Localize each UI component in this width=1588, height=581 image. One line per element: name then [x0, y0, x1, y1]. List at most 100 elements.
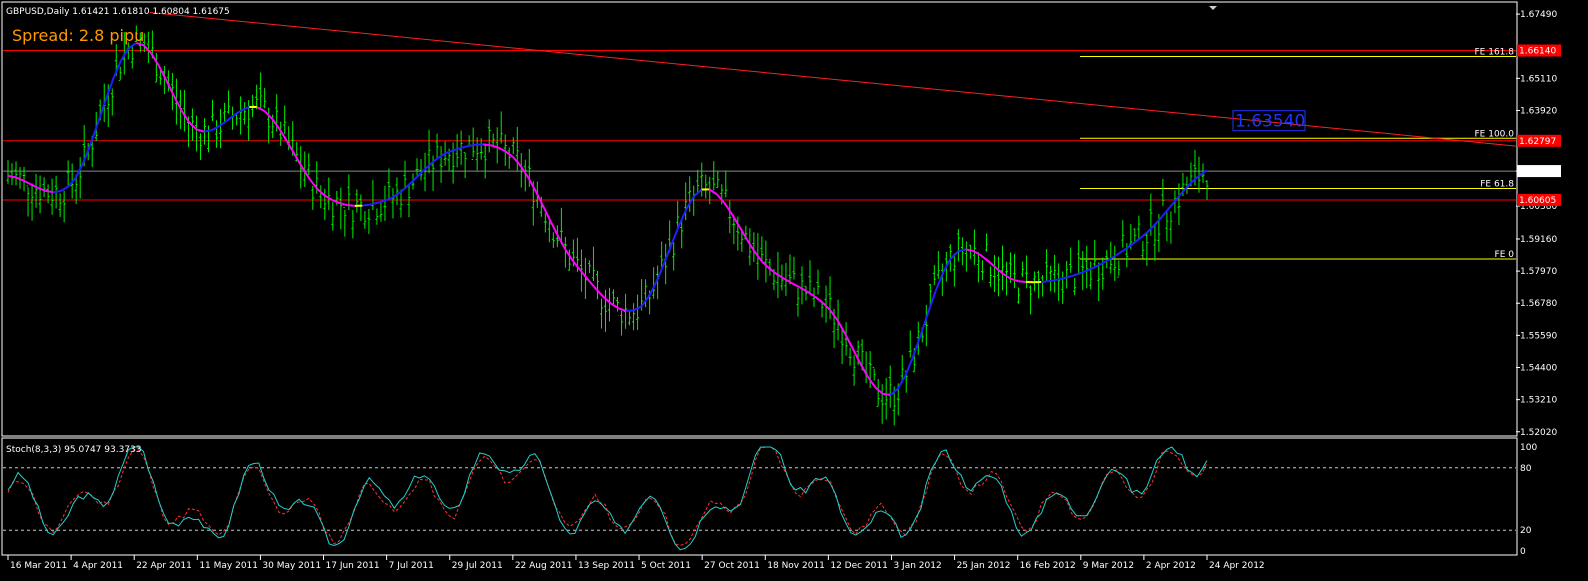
scroll-marker-icon[interactable] [1209, 6, 1217, 10]
moving-average-segment [97, 98, 107, 122]
moving-average-segment [362, 203, 371, 207]
moving-average-segment [429, 157, 439, 166]
moving-average-segment [1063, 275, 1072, 280]
panel-borders [1, 1, 1518, 556]
date-tick-label: 22 Aug 2011 [515, 561, 573, 571]
moving-average-segment [347, 204, 355, 207]
moving-average-segment [437, 152, 446, 159]
date-tick-label: 11 May 2011 [199, 561, 258, 571]
price-tag-label: 1.66140 [1519, 47, 1556, 57]
moving-average-segment [180, 109, 190, 123]
moving-average-segment [120, 47, 130, 61]
date-tick-label: 2 Apr 2012 [1146, 561, 1196, 571]
moving-average-segment [7, 174, 16, 179]
moving-average-segment [150, 52, 160, 67]
moving-average-segment [392, 191, 401, 199]
date-tick-label: 27 Oct 2011 [704, 561, 760, 571]
date-tick-label: 13 Sep 2011 [578, 561, 635, 571]
date-tick-label: 17 Jun 2011 [326, 561, 380, 571]
price-tick-label: 1.57970 [1520, 267, 1557, 277]
date-tick-label: 12 Dec 2011 [830, 561, 888, 571]
date-tick-label: 5 Oct 2011 [641, 561, 691, 571]
moving-average-segment [45, 189, 54, 194]
moving-average-segment [331, 199, 341, 205]
moving-average-segment [1130, 238, 1140, 246]
moving-average-segment [716, 193, 726, 204]
moving-average-segment [211, 125, 220, 132]
moving-average-segment [957, 248, 966, 253]
price-tags: 1.66140 1.62797 1.61675 1.60605 [1517, 44, 1561, 206]
date-tick-label: 7 Jul 2011 [389, 561, 434, 571]
price-chart[interactable]: FE 161.8 FE 100.0 FE 61.8 FE 0 1.63540 GBPU… [0, 0, 1588, 581]
moving-average-segment [1040, 280, 1049, 283]
moving-average-segment [226, 114, 235, 122]
moving-average-segment [15, 176, 24, 182]
stochastic-level-label: 0 [1520, 547, 1526, 557]
moving-average-segment [874, 386, 884, 395]
price-axis: 1.674901.651101.639201.616751.603801.591… [1516, 10, 1557, 438]
moving-average-segment [1191, 174, 1201, 183]
price-tick-label: 1.65110 [1520, 74, 1557, 84]
symbol-header: GBPUSD,Daily 1.61421 1.61810 1.60804 1.6… [6, 7, 230, 17]
price-tag-label: 1.61675 [1519, 167, 1556, 177]
moving-average-segment [670, 224, 681, 245]
date-tick-label: 16 Mar 2011 [10, 561, 67, 571]
moving-average-segment [896, 375, 907, 390]
price-tick-label: 1.55590 [1520, 331, 1557, 341]
moving-average-segment [791, 282, 801, 289]
stochastic-main-line [7, 446, 1208, 551]
moving-average-segment [377, 199, 386, 204]
date-tick-label: 29 Jul 2011 [452, 561, 503, 571]
moving-average-segment [1138, 232, 1148, 240]
moving-average-segment [1078, 269, 1087, 275]
moving-average-segment [452, 147, 461, 152]
price-tick-label: 1.53210 [1520, 396, 1557, 406]
price-annotation-label: 1.63540 [1235, 112, 1305, 132]
price-tag-label: 1.60605 [1519, 196, 1556, 206]
moving-average-segment [482, 143, 491, 147]
date-tick-label: 3 Jan 2012 [893, 561, 941, 571]
date-tick-label: 18 Nov 2011 [767, 561, 825, 571]
fibonacci-expansion[interactable]: FE 161.8 FE 100.0 FE 61.8 FE 0 [1080, 47, 1516, 260]
price-tick-label: 1.59160 [1520, 235, 1557, 245]
fib-level-label: FE 0 [1495, 250, 1515, 260]
date-tick-label: 4 Apr 2011 [73, 561, 123, 571]
moving-average [7, 41, 1208, 396]
date-tick-label: 30 May 2011 [262, 561, 321, 571]
moving-average-segment [467, 143, 476, 148]
price-bars [6, 25, 1209, 426]
price-tick-label: 1.54400 [1520, 364, 1557, 374]
fib-level-label: FE 100.0 [1475, 129, 1515, 139]
moving-average-segment [1160, 207, 1171, 218]
moving-average-segment [74, 161, 85, 178]
moving-average-segment [904, 356, 914, 376]
moving-average-segment [626, 309, 634, 312]
moving-average-segment [445, 149, 454, 155]
moving-average-segment [308, 178, 318, 190]
moving-average-segment [542, 206, 552, 223]
moving-average-segment [143, 44, 153, 55]
moving-average-segment [60, 185, 69, 192]
moving-average-segment [196, 128, 205, 133]
stochastic-header: Stoch(8,3,3) 95.0747 93.3733 [6, 445, 141, 455]
date-tick-label: 22 Apr 2011 [136, 561, 192, 571]
moving-average-segment [980, 254, 989, 262]
moving-average-segment [882, 392, 891, 396]
stochastic-level-label: 20 [1520, 526, 1532, 536]
stochastic-level-label: 100 [1520, 443, 1537, 453]
date-tick-label: 24 Apr 2012 [1209, 561, 1265, 571]
moving-average-segment [369, 201, 378, 206]
price-annotation-box[interactable]: 1.63540 [1232, 110, 1306, 132]
moving-average-segment [53, 189, 61, 194]
moving-average-segment [399, 185, 409, 194]
moving-average-segment [919, 312, 929, 337]
price-tick-label: 1.56780 [1520, 299, 1557, 309]
moving-average-segment [557, 236, 567, 251]
moving-average-segment [603, 296, 612, 305]
moving-average-segment [1018, 280, 1027, 283]
moving-average-segment [286, 140, 296, 155]
stochastic-level-label: 80 [1520, 464, 1532, 474]
moving-average-segment [911, 335, 922, 358]
trendline[interactable] [149, 11, 1517, 147]
stochastic-lines [7, 446, 1208, 551]
